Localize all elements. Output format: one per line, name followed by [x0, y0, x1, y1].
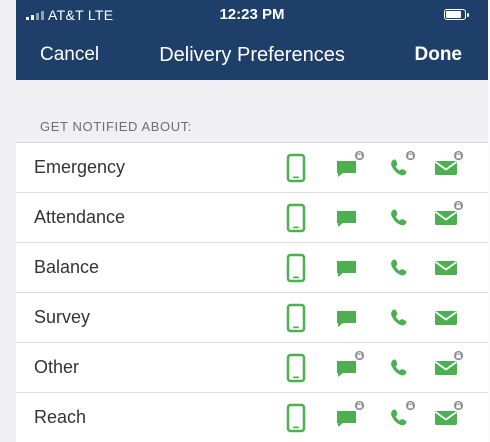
email-icon[interactable] — [432, 150, 464, 183]
phone-call-icon[interactable] — [384, 253, 412, 283]
app-screen: AT&T LTE 12:23 PM Cancel Delivery Prefer… — [0, 0, 488, 442]
phone-call-icon[interactable] — [384, 150, 416, 183]
phone-push-icon[interactable] — [282, 203, 310, 233]
message-icon[interactable] — [333, 400, 365, 433]
lock-icon — [354, 400, 365, 411]
email-icon[interactable] — [432, 303, 460, 333]
preference-label: Balance — [34, 257, 100, 277]
preference-row-survey: Survey — [16, 293, 488, 343]
lock-icon — [405, 150, 416, 161]
phone-call-icon[interactable] — [384, 303, 412, 333]
lock-icon — [453, 200, 464, 211]
preference-row-emergency: Emergency — [16, 143, 488, 193]
section-header: GET NOTIFIED ABOUT: — [40, 119, 193, 134]
message-icon[interactable] — [333, 203, 361, 233]
status-bar: AT&T LTE 12:23 PM — [16, 0, 488, 30]
message-icon[interactable] — [333, 303, 361, 333]
clock: 12:23 PM — [219, 6, 285, 23]
message-icon[interactable] — [333, 150, 365, 183]
battery-icon — [444, 9, 469, 20]
phone-call-icon[interactable] — [384, 203, 412, 233]
lock-icon — [453, 150, 464, 161]
preference-row-reach: Reach — [16, 393, 488, 442]
email-icon[interactable] — [432, 253, 460, 283]
email-icon[interactable] — [432, 400, 464, 433]
phone-push-icon[interactable] — [282, 253, 310, 283]
phone-push-icon[interactable] — [282, 403, 310, 433]
preference-label: Emergency — [34, 157, 126, 177]
phone-call-icon[interactable] — [384, 353, 412, 383]
navigation-bar: Cancel Delivery Preferences Done — [16, 30, 488, 80]
preference-label: Other — [34, 357, 80, 377]
lock-icon — [354, 150, 365, 161]
preference-row-other: Other — [16, 343, 488, 393]
phone-push-icon[interactable] — [282, 153, 310, 183]
done-button[interactable]: Done — [415, 44, 463, 66]
preference-row-balance: Balance — [16, 243, 488, 293]
lock-icon — [453, 350, 464, 361]
phone-push-icon[interactable] — [282, 353, 310, 383]
lock-icon — [354, 350, 365, 361]
preference-row-attendance: Attendance — [16, 193, 488, 243]
email-icon[interactable] — [432, 350, 464, 383]
lock-icon — [453, 400, 464, 411]
phone-push-icon[interactable] — [282, 303, 310, 333]
notification-list: Emergency Attendance Balance Survey Other Rea… — [16, 142, 488, 442]
message-icon[interactable] — [333, 253, 361, 283]
preference-label: Attendance — [34, 207, 126, 227]
lock-icon — [405, 400, 416, 411]
phone-call-icon[interactable] — [384, 400, 416, 433]
message-icon[interactable] — [333, 350, 365, 383]
email-icon[interactable] — [432, 200, 464, 233]
preference-label: Survey — [34, 307, 91, 327]
preference-label: Reach — [34, 407, 87, 427]
